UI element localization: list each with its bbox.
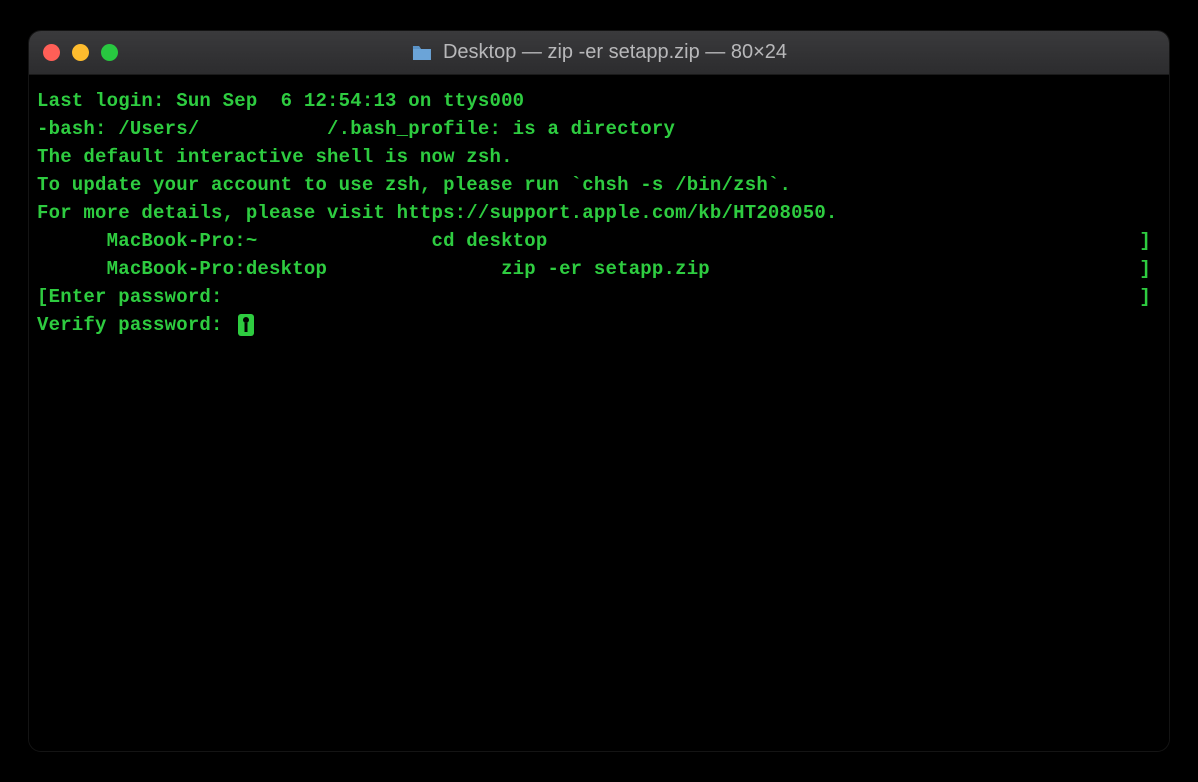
title-bar: Desktop — zip -er setapp.zip — 80×24 <box>29 31 1169 75</box>
folder-icon <box>411 44 433 62</box>
terminal-line-zsh-update: To update your account to use zsh, pleas… <box>37 171 1161 199</box>
bracket-right-icon: ] <box>1139 227 1151 255</box>
title-text: Desktop — zip -er setapp.zip — 80×24 <box>443 41 787 64</box>
minimize-button[interactable] <box>72 44 89 61</box>
terminal-line-enter-password: Enter password: <box>49 286 235 308</box>
bracket-left-icon: [ <box>37 286 49 308</box>
terminal-line-prompt1: MacBook-Pro:~ cd desktop <box>37 230 547 252</box>
key-cursor-icon <box>238 314 254 336</box>
terminal-body[interactable]: Last login: Sun Sep 6 12:54:13 on ttys00… <box>29 75 1169 751</box>
terminal-line-prompt2: MacBook-Pro:desktop zip -er setapp.zip <box>37 258 710 280</box>
terminal-line-zsh-notice: The default interactive shell is now zsh… <box>37 143 1161 171</box>
maximize-button[interactable] <box>101 44 118 61</box>
bracket-right-icon: ] <box>1139 283 1151 311</box>
traffic-lights <box>43 44 118 61</box>
terminal-window: Desktop — zip -er setapp.zip — 80×24 Las… <box>29 31 1169 751</box>
window-title: Desktop — zip -er setapp.zip — 80×24 <box>411 41 787 64</box>
bracket-right-icon: ] <box>1139 255 1151 283</box>
terminal-line-bash-error: -bash: /Users/ /.bash_profile: is a dire… <box>37 115 1161 143</box>
terminal-line-login: Last login: Sun Sep 6 12:54:13 on ttys00… <box>37 87 1161 115</box>
terminal-line-verify-password: Verify password: <box>37 314 234 336</box>
terminal-line-zsh-details: For more details, please visit https://s… <box>37 199 1161 227</box>
close-button[interactable] <box>43 44 60 61</box>
